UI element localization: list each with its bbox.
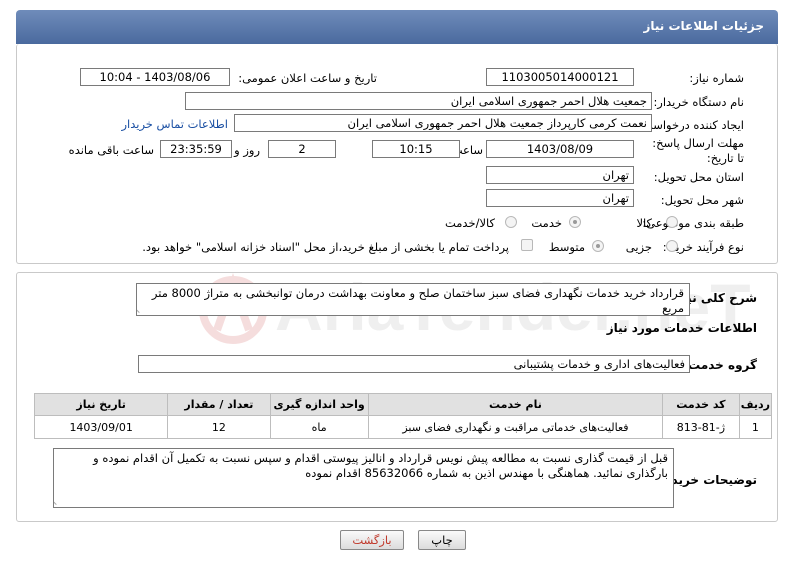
category-both-radio[interactable]: [505, 216, 517, 228]
row-number-cell: 1: [738, 415, 773, 439]
page-header: جزئیات اطلاعات نیاز: [16, 10, 778, 44]
deadline-time-field[interactable]: 10:15: [372, 140, 460, 158]
unit-cell: ماه: [269, 415, 369, 439]
category-service-radio[interactable]: [569, 216, 581, 228]
days-field[interactable]: 2: [268, 140, 336, 158]
table-row: 1 ژ-81-813 فعالیت‌های خدماتی مراقبت و نگ…: [33, 415, 773, 439]
resize-handle-icon[interactable]: [54, 493, 62, 505]
services-table-header: ردیف کد خدمت نام خدمت واحد اندازه گیری ت…: [33, 393, 773, 416]
col-quantity: تعداد / مقدار: [167, 393, 271, 416]
col-row-number: ردیف: [738, 393, 773, 416]
province-field[interactable]: تهران: [486, 166, 634, 184]
services-table: ردیف کد خدمت نام خدمت واحد اندازه گیری ت…: [33, 393, 773, 439]
buyer-contact-link[interactable]: اطلاعات تماس خریدار: [121, 117, 228, 131]
page-title: جزئیات اطلاعات نیاز: [643, 19, 764, 33]
buyer-notes-text: قبل از قیمت گذاری نسبت به مطالعه پیش نوی…: [93, 451, 668, 480]
process-medium-radio[interactable]: [592, 240, 604, 252]
process-minor-label: جزیی: [625, 240, 652, 254]
col-service-name: نام خدمت: [367, 393, 664, 416]
treasury-payment-checkbox[interactable]: [521, 239, 533, 251]
service-name-cell: فعالیت‌های خدماتی مراقبت و نگهداری فضای …: [367, 415, 664, 439]
buyer-notes-textarea[interactable]: قبل از قیمت گذاری نسبت به مطالعه پیش نوی…: [53, 448, 674, 508]
service-group-label: گروه خدمت:: [683, 358, 757, 372]
remaining-time-field: 23:35:59: [160, 140, 232, 158]
service-group-field[interactable]: فعالیت‌های اداری و خدمات پشتیبانی: [138, 355, 690, 373]
deadline-label: مهلت ارسال پاسخ: تا تاریخ:: [644, 136, 744, 166]
buyer-org-field[interactable]: جمعیت هلال احمر جمهوری اسلامی ایران: [185, 92, 652, 110]
col-service-code: کد خدمت: [662, 393, 740, 416]
quantity-cell: 12: [167, 415, 271, 439]
announce-date-label: تاریخ و ساعت اعلان عمومی:: [238, 71, 377, 85]
category-service-label: خدمت: [531, 216, 562, 230]
city-label: شهر محل تحویل:: [660, 193, 744, 207]
summary-textarea[interactable]: قرارداد خرید خدمات نگهداری فضای سبز ساخت…: [136, 283, 690, 316]
treasury-payment-note: پرداخت تمام یا بخشی از مبلغ خرید،از محل …: [142, 240, 509, 254]
process-medium-label: متوسط: [548, 240, 585, 254]
col-need-date: تاریخ نیاز: [33, 393, 169, 416]
need-number-label: شماره نیاز:: [689, 71, 744, 85]
summary-text: قرارداد خرید خدمات نگهداری فضای سبز ساخت…: [151, 286, 684, 315]
print-button[interactable]: چاپ: [418, 530, 466, 550]
back-button[interactable]: بازگشت: [340, 530, 404, 550]
category-goods-radio[interactable]: [666, 216, 678, 228]
days-label: روز و: [234, 143, 260, 157]
col-unit: واحد اندازه گیری: [269, 393, 369, 416]
service-code-cell: ژ-81-813: [662, 415, 740, 439]
buyer-org-label: نام دستگاه خریدار:: [653, 95, 744, 109]
creator-label: ایجاد کننده درخواست:: [638, 118, 744, 132]
announce-date-field[interactable]: 1403/08/06 - 10:04: [80, 68, 230, 86]
category-label: طبقه بندی موضوعی:: [642, 216, 744, 230]
creator-field[interactable]: نعمت کرمی کارپرداز جمعیت هلال احمر جمهور…: [234, 114, 652, 132]
need-date-cell: 1403/09/01: [33, 415, 169, 439]
category-goods-label: کالا: [636, 216, 652, 230]
category-both-label: کالا/خدمت: [444, 216, 495, 230]
deadline-label-text: مهلت ارسال پاسخ: تا تاریخ:: [652, 136, 744, 165]
deadline-date-field[interactable]: 1403/08/09: [486, 140, 634, 158]
city-field[interactable]: تهران: [486, 189, 634, 207]
province-label: استان محل تحویل:: [653, 170, 744, 184]
resize-handle-icon[interactable]: [137, 301, 145, 313]
process-minor-radio[interactable]: [666, 240, 678, 252]
services-section-title: اطلاعات خدمات مورد نیاز: [606, 321, 757, 335]
remaining-time-label: ساعت باقی مانده: [68, 143, 154, 157]
need-number-field[interactable]: 1103005014000121: [486, 68, 634, 86]
